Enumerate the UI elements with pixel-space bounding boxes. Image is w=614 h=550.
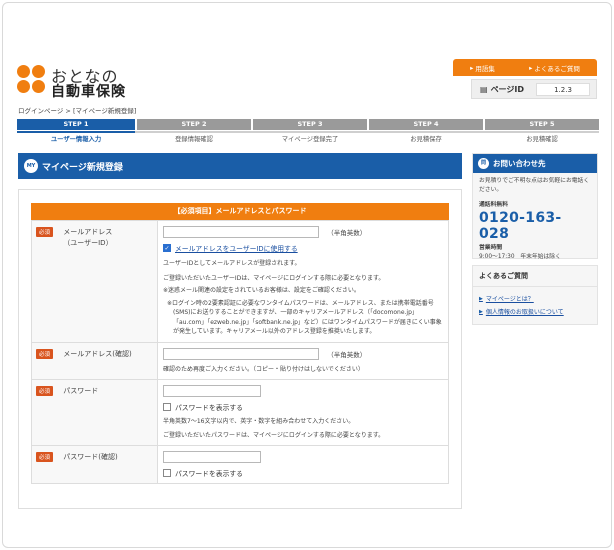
email-field-cell: （半角英数） ✓ メールアドレスをユーザーIDに使用する ユーザーIDとしてメー…: [157, 220, 449, 343]
step-number-icon: 3: [318, 120, 323, 128]
required-badge: 必須: [36, 348, 54, 359]
contact-body: お見積りでご不明な点はお気軽にお電話ください。 通話料無料 0120-163-0…: [473, 173, 597, 266]
document-icon: ▤: [480, 84, 488, 94]
contact-title: お問い合わせ先: [493, 159, 546, 168]
contact-description: お見積りでご不明な点はお気軽にお電話ください。: [479, 178, 590, 193]
password-field-cell: パスワードを表示する 半角英数7～16文字以内で、英字・数字を組み合わせて入力く…: [157, 379, 449, 446]
email-confirm-field-cell: （半角英数） 確認のため再度ご入力ください。（コピー・貼り付けはしないでください…: [157, 341, 449, 380]
step-3: STEP 3: [253, 119, 367, 130]
step-number-icon: 5: [550, 120, 555, 128]
use-email-as-userid-row: ✓ メールアドレスをユーザーIDに使用する: [163, 243, 443, 253]
show-password-confirm-row: パスワードを表示する: [163, 468, 443, 478]
password-confirm-label: パスワード(確認): [63, 453, 118, 461]
show-password-checkbox[interactable]: [163, 403, 171, 411]
toll-free-label: 通話料無料: [479, 202, 508, 208]
email-confirm-input[interactable]: [163, 347, 319, 360]
faq-link-mypage[interactable]: ▶ マイページとは？: [473, 292, 597, 305]
page-id-box: ▤ ページID 1.2.3: [471, 79, 597, 99]
page-title: マイページ新規登録: [42, 162, 123, 173]
email-note-1: ユーザーIDとしてメールアドレスが登録されます。: [163, 260, 301, 267]
step-4-caption: お見積保存: [410, 136, 442, 143]
show-password-row: パスワードを表示する: [163, 402, 443, 412]
email-confirm-suffix: （半角英数）: [327, 350, 367, 359]
site-logo[interactable]: おとなの 自動車保険: [17, 63, 157, 103]
page-title-bar: MY マイページ新規登録: [18, 153, 462, 179]
email-input-suffix: （半角英数）: [327, 229, 367, 237]
step-1-caption: ユーザー情報入力: [50, 136, 102, 143]
required-badge: 必須: [36, 452, 54, 462]
form-row-password: 必須 パスワード パスワードを表示する 半角英数7～16文字以内で、英字・数字を…: [31, 379, 449, 446]
step-5: STEP 5: [485, 119, 599, 130]
arrow-right-icon: ▶: [479, 308, 483, 315]
required-badge: 必須: [36, 227, 54, 237]
page: おとなの 自動車保険 ▸ 用語集 ▸ よくあるご質問 ▤ ページID 1.2.3…: [3, 3, 611, 547]
form-row-email: 必須 メールアドレス （ユーザーID） （半角英数） ✓ メールアドレスをユーザ…: [31, 220, 449, 343]
logo-dots-icon: [17, 65, 47, 95]
step-3-caption: マイページ登録完了: [281, 136, 339, 143]
faq-link-privacy[interactable]: ▶ 個人情報のお取扱いについて: [473, 305, 597, 318]
email-note-2: ご登録いただいたユーザーIDは、マイページにログインする際に必要となります。: [163, 274, 385, 282]
page-id-value: 1.2.3: [536, 83, 590, 96]
arrow-right-icon: ▸: [529, 63, 533, 72]
use-email-as-userid-label[interactable]: メールアドレスをユーザーIDに使用する: [175, 243, 298, 253]
step-1: STEP 1: [17, 119, 135, 130]
faq-box: よくあるご質問 ▶ マイページとは？ ▶ 個人情報のお取扱いについて: [472, 265, 598, 325]
password-confirm-label-cell: 必須 パスワード(確認): [31, 445, 158, 484]
inquiry-icon: 問: [478, 158, 489, 169]
step-2: STEP 2: [137, 119, 251, 130]
use-email-as-userid-checkbox[interactable]: ✓: [163, 244, 171, 252]
password-label: パスワード: [63, 387, 99, 395]
show-password-label[interactable]: パスワードを表示する: [175, 402, 243, 412]
business-hours: 9:00～17:30 年末年始は除く: [479, 254, 561, 260]
email-confirm-label-cell: 必須 メールアドレス(確認): [31, 341, 158, 380]
step-2-caption: 登録情報確認: [175, 136, 213, 143]
step-number-icon: 1: [84, 120, 89, 128]
arrow-right-icon: ▸: [470, 63, 474, 72]
password-note-2: ご登録いただいたパスワードは、マイページにログインする際に必要となります。: [163, 431, 385, 439]
section-heading: 【必須項目】メールアドレスとパスワード: [31, 203, 449, 220]
email-note-otp: ※ログイン時の2要素認証に必要なワンタイムパスワードは、メールアドレス、または携…: [167, 299, 442, 336]
step-5-caption: お見積確認: [526, 136, 558, 143]
glossary-link[interactable]: ▸ 用語集: [470, 63, 495, 73]
email-confirm-label: メールアドレス(確認): [63, 349, 132, 358]
show-password-confirm-label[interactable]: パスワードを表示する: [175, 468, 243, 478]
form-row-email-confirm: 必須 メールアドレス(確認) （半角英数） 確認のため再度ご入力ください。（コピ…: [31, 341, 449, 380]
email-label-cell: 必須 メールアドレス （ユーザーID）: [31, 220, 158, 343]
password-confirm-field-cell: パスワードを表示する: [157, 445, 449, 484]
breadcrumb[interactable]: ログインページ > [マイページ新規登録]: [18, 105, 136, 115]
phone-number[interactable]: 0120-163-028: [479, 210, 591, 242]
password-note-1: 半角英数7～16文字以内で、英字・数字を組み合わせて入力ください。: [163, 418, 355, 425]
email-label: メールアドレス: [63, 228, 113, 236]
step-number-icon: 2: [202, 120, 207, 128]
faq-header-link[interactable]: ▸ よくあるご質問: [529, 63, 580, 73]
form-panel: 【必須項目】メールアドレスとパスワード 必須 メールアドレス （ユーザーID） …: [18, 189, 462, 509]
header-links: ▸ 用語集 ▸ よくあるご質問: [453, 59, 597, 76]
step-4: STEP 4: [369, 119, 483, 130]
page-id-label: ページID: [490, 84, 525, 94]
browser-frame: おとなの 自動車保険 ▸ 用語集 ▸ よくあるご質問 ▤ ページID 1.2.3…: [2, 2, 612, 548]
contact-header: 問 お問い合わせ先: [473, 154, 597, 173]
required-badge: 必須: [36, 386, 54, 396]
password-label-cell: 必須 パスワード: [31, 379, 158, 446]
password-input[interactable]: [163, 385, 261, 397]
form-table: 必須 メールアドレス （ユーザーID） （半角英数） ✓ メールアドレスをユーザ…: [31, 220, 449, 484]
business-hours-label: 営業時間: [479, 245, 503, 251]
form-row-password-confirm: 必須 パスワード(確認) パスワードを表示する: [31, 445, 449, 484]
userid-label: （ユーザーID）: [63, 239, 113, 247]
mypage-icon: MY: [24, 159, 38, 173]
email-confirm-note: 確認のため再度ご入力ください。（コピー・貼り付けはしないでください）: [163, 365, 364, 373]
faq-title: よくあるご質問: [473, 266, 597, 287]
logo-text-line2: 自動車保険: [51, 84, 126, 100]
contact-box: 問 お問い合わせ先 お見積りでご不明な点はお気軽にお電話ください。 通話料無料 …: [472, 153, 598, 260]
email-note-3: ※迷惑メール関連の設定をされているお客様は、設定をご確認ください。: [163, 287, 360, 294]
step-indicator: STEP 1 STEP 2 STEP 3 STEP 4 STEP 5 ユーザー情…: [17, 119, 599, 147]
password-confirm-input[interactable]: [163, 451, 261, 463]
step-number-icon: 4: [434, 120, 439, 128]
show-password-confirm-checkbox[interactable]: [163, 469, 171, 477]
arrow-right-icon: ▶: [479, 295, 483, 302]
email-input[interactable]: [163, 226, 319, 238]
step-track-active: [17, 131, 135, 133]
